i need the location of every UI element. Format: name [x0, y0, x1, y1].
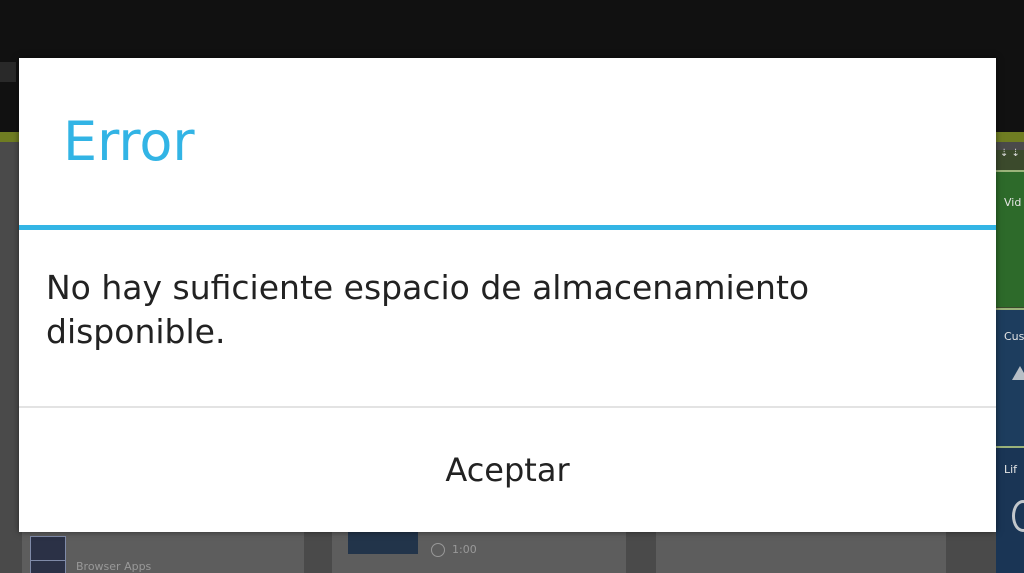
clock-icon [431, 543, 445, 557]
screen: Browser Apps 1:00 ⇣ ⇣ Vid Custo Lif Erro… [0, 0, 1024, 573]
download-icon: ⇣ ⇣ [1000, 148, 1020, 159]
arrow-up-icon [1012, 366, 1024, 380]
background-app-icon [30, 560, 66, 573]
dialog-message: No hay suficiente espacio de almacenamie… [46, 268, 810, 351]
error-dialog: Error No hay suficiente espacio de almac… [19, 58, 996, 532]
background-tile-label: Vid [1004, 196, 1022, 209]
dialog-title: Error [63, 110, 195, 173]
background-tile-label: Custo [1004, 330, 1024, 343]
background-list-label: Browser Apps [76, 560, 152, 573]
accept-button[interactable]: Aceptar [19, 408, 996, 532]
background-tile [996, 170, 1024, 307]
background-video-duration: 1:00 [452, 543, 477, 556]
background-menu-icon [0, 62, 16, 82]
title-divider [19, 225, 996, 230]
background-tile-label: Lif [1004, 463, 1018, 476]
